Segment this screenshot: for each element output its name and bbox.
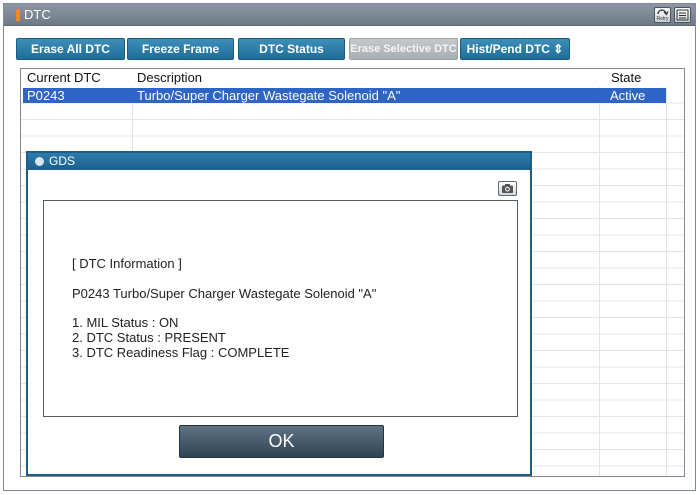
dtc-info-box: [ DTC Information ] P0243 Turbo/Super Ch… xyxy=(43,200,518,417)
window-title: DTC xyxy=(24,7,51,22)
info-heading: [ DTC Information ] xyxy=(72,256,182,271)
dtc-code: P0243 xyxy=(27,88,65,103)
title-bar: DTC Retry xyxy=(4,4,695,26)
dtc-state: Active xyxy=(610,88,646,103)
dialog-window-icon xyxy=(35,157,44,166)
retry-button[interactable]: Retry xyxy=(654,7,671,23)
column-header-description[interactable]: Description xyxy=(137,71,202,85)
erase-all-dtc-button[interactable]: Erase All DTC xyxy=(16,38,125,60)
screenshot-button[interactable] xyxy=(498,181,517,196)
dtc-window: DTC Retry Erase All DTC Freeze Frame DTC… xyxy=(3,3,696,491)
gds-dialog: GDS [ DTC Information ] P0243 Turbo/Supe… xyxy=(26,151,532,476)
erase-selective-dtc-button[interactable]: Erase Selective DTC xyxy=(349,38,458,60)
column-header-current-dtc[interactable]: Current DTC xyxy=(27,71,101,85)
ok-button[interactable]: OK xyxy=(179,425,384,458)
info-dtc-line: P0243 Turbo/Super Charger Wastegate Sole… xyxy=(72,286,377,301)
menu-button[interactable] xyxy=(674,7,691,23)
column-header-state[interactable]: State xyxy=(611,71,641,85)
dialog-title: GDS xyxy=(49,154,76,168)
camera-icon xyxy=(502,184,513,193)
table-row[interactable]: P0243 Turbo/Super Charger Wastegate Sole… xyxy=(23,88,666,103)
table-header: Current DTC Description State xyxy=(21,69,684,87)
dtc-status-button[interactable]: DTC Status xyxy=(238,38,345,60)
info-item-dtc-status: 2. DTC Status : PRESENT xyxy=(72,330,226,345)
info-item-mil-status: 1. MIL Status : ON xyxy=(72,315,179,330)
dialog-title-bar: GDS xyxy=(28,153,530,170)
hist-pend-dtc-button[interactable]: Hist/Pend DTC ⇕ xyxy=(460,38,570,60)
info-item-readiness: 3. DTC Readiness Flag : COMPLETE xyxy=(72,345,290,360)
menu-icon xyxy=(676,9,689,21)
title-marker-icon xyxy=(16,9,20,21)
freeze-frame-button[interactable]: Freeze Frame xyxy=(127,38,234,60)
dtc-description: Turbo/Super Charger Wastegate Solenoid "… xyxy=(137,88,401,103)
retry-label: Retry xyxy=(656,16,669,22)
